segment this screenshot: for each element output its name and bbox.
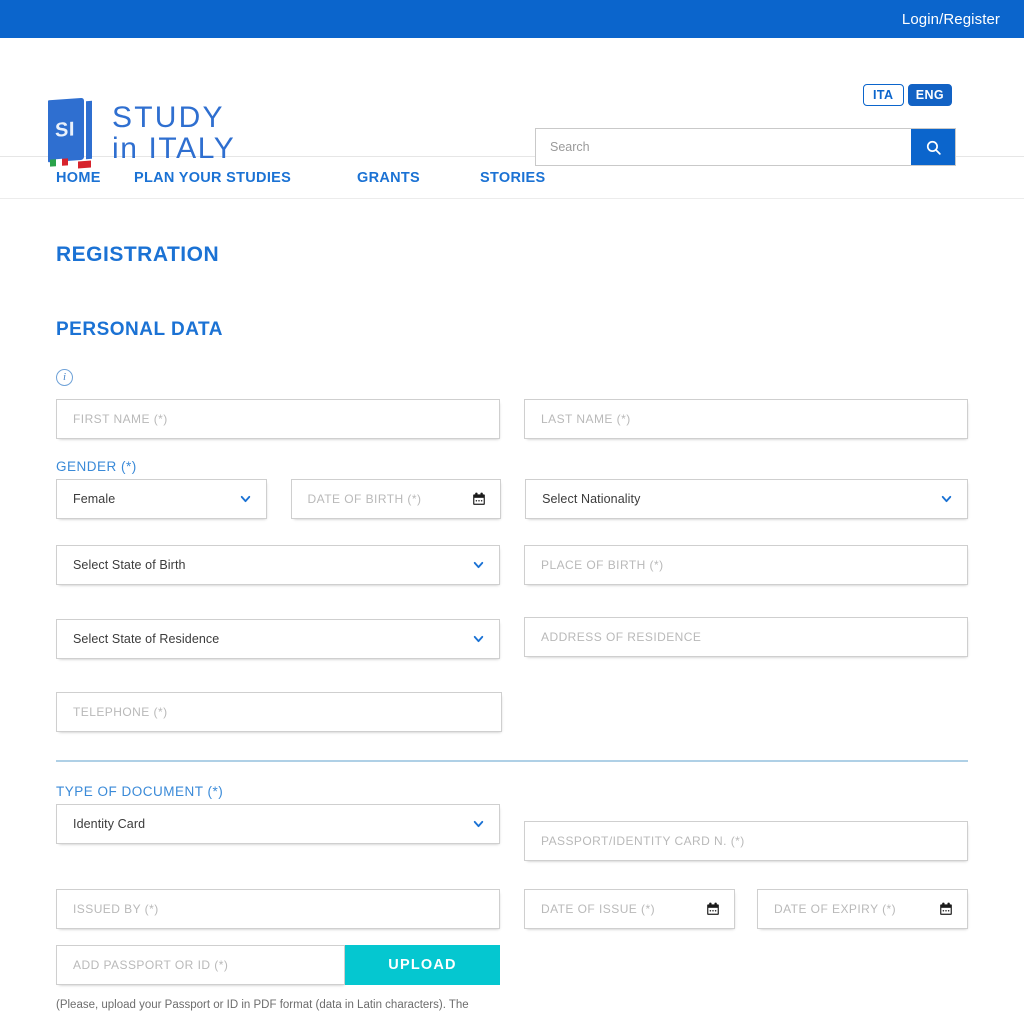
search-icon (926, 140, 941, 155)
address-of-residence-field[interactable]: ADDRESS OF RESIDENCE (524, 617, 968, 657)
date-of-birth-field[interactable]: DATE OF BIRTH (*) (290, 479, 502, 519)
telephone-row: TELEPHONE (*) (56, 692, 968, 732)
state-of-birth-value: Select State of Birth (73, 558, 186, 572)
name-row: FIRST NAME (*) LAST NAME (*) (56, 399, 968, 439)
upload-button[interactable]: UPLOAD (345, 945, 500, 985)
chevron-down-icon (473, 561, 484, 569)
nav-item-plan-your-studies[interactable]: PLAN YOUR STUDIES (134, 170, 357, 186)
upload-placeholder: ADD PASSPORT OR ID (*) (73, 958, 229, 972)
site-logo[interactable]: SI STUDY in ITALY (48, 97, 235, 169)
gender-value: Female (73, 492, 116, 506)
top-utility-bar: Login/Register (0, 0, 1024, 38)
site-header: ITA ENG SI STUDY in ITALY (0, 38, 1024, 169)
date-of-expiry-placeholder: DATE OF EXPIRY (*) (773, 902, 897, 916)
issued-by-placeholder: ISSUED BY (*) (73, 902, 159, 916)
language-switcher: ITA ENG (862, 84, 952, 106)
state-of-residence-value: Select State of Residence (73, 632, 220, 646)
section-title-personal-data: PERSONAL DATA (56, 319, 223, 340)
italian-flag-icon (50, 158, 68, 167)
address-of-residence-placeholder: ADDRESS OF RESIDENCE (541, 630, 702, 644)
lang-button-eng[interactable]: ENG (907, 84, 952, 106)
document-dates-row: ISSUED BY (*) DATE OF ISSUE (*) DATE OF … (56, 889, 969, 929)
nationality-select[interactable]: Select Nationality (525, 479, 968, 519)
italian-flag-accent (78, 160, 91, 169)
type-of-document-value: Identity Card (73, 817, 146, 831)
chevron-down-icon (473, 820, 484, 828)
search-button[interactable] (911, 129, 955, 165)
search-bar (535, 128, 956, 166)
nav-item-grants[interactable]: GRANTS (357, 170, 480, 186)
telephone-placeholder: TELEPHONE (*) (73, 705, 168, 719)
calendar-icon[interactable] (939, 902, 953, 916)
state-of-residence-select[interactable]: Select State of Residence (56, 619, 500, 659)
calendar-icon[interactable] (706, 902, 720, 916)
search-input[interactable] (536, 129, 911, 165)
issued-by-field[interactable]: ISSUED BY (*) (56, 889, 500, 929)
chevron-down-icon (941, 495, 952, 503)
nav-item-home[interactable]: HOME (56, 170, 134, 186)
personal-data-info-row: i (56, 367, 968, 386)
date-of-expiry-field[interactable]: DATE OF EXPIRY (*) (756, 889, 969, 929)
calendar-icon[interactable] (472, 492, 486, 506)
last-name-field[interactable]: LAST NAME (*) (524, 399, 968, 439)
logo-line-2: in ITALY (112, 131, 236, 165)
type-of-document-label: TYPE OF DOCUMENT (*) (56, 784, 224, 799)
upload-file-field[interactable]: ADD PASSPORT OR ID (*) (56, 945, 345, 985)
login-register-link[interactable]: Login/Register (902, 11, 1000, 28)
logo-mark-text: SI (55, 118, 75, 142)
info-icon[interactable]: i (56, 368, 73, 386)
last-name-placeholder: LAST NAME (*) (541, 412, 631, 426)
type-of-document-select[interactable]: Identity Card (56, 804, 500, 844)
upload-note: (Please, upload your Passport or ID in P… (56, 999, 469, 1011)
residence-row: Select State of Residence ADDRESS OF RES… (56, 617, 968, 659)
first-name-field[interactable]: FIRST NAME (*) (56, 399, 500, 439)
place-of-birth-placeholder: PLACE OF BIRTH (*) (541, 558, 664, 572)
logo-book-icon: SI (48, 97, 96, 169)
gender-dob-nationality-row: GENDER (*) Female DATE OF BIRTH (*) Sele… (56, 459, 968, 519)
date-of-birth-placeholder: DATE OF BIRTH (*) (307, 492, 422, 506)
lang-button-ita[interactable]: ITA (862, 84, 904, 106)
birth-location-row: Select State of Birth PLACE OF BIRTH (*) (56, 545, 968, 585)
date-of-issue-placeholder: DATE OF ISSUE (*) (540, 902, 656, 916)
document-number-field[interactable]: PASSPORT/IDENTITY CARD N. (*) (524, 821, 968, 861)
registration-page: REGISTRATION PERSONAL DATA i FIRST NAME … (0, 243, 1024, 1014)
upload-row: ADD PASSPORT OR ID (*) UPLOAD (56, 945, 968, 985)
page-title: REGISTRATION (56, 243, 220, 266)
gender-select[interactable]: Female (56, 479, 267, 519)
chevron-down-icon (240, 495, 250, 503)
telephone-field[interactable]: TELEPHONE (*) (56, 692, 502, 732)
document-number-placeholder: PASSPORT/IDENTITY CARD N. (*) (541, 834, 745, 848)
chevron-down-icon (473, 635, 484, 643)
section-divider (56, 760, 968, 762)
place-of-birth-field[interactable]: PLACE OF BIRTH (*) (524, 545, 968, 585)
nationality-value: Select Nationality (542, 492, 641, 506)
logo-wordmark: STUDY in ITALY (112, 101, 236, 165)
state-of-birth-select[interactable]: Select State of Birth (56, 545, 500, 585)
document-type-row: TYPE OF DOCUMENT (*) Identity Card PASSP… (56, 784, 968, 861)
gender-label: GENDER (*) (56, 459, 137, 474)
date-of-issue-field[interactable]: DATE OF ISSUE (*) (523, 889, 735, 929)
logo-line-1: STUDY (112, 101, 225, 134)
nav-item-stories[interactable]: STORIES (480, 170, 546, 186)
first-name-placeholder: FIRST NAME (*) (73, 412, 168, 426)
